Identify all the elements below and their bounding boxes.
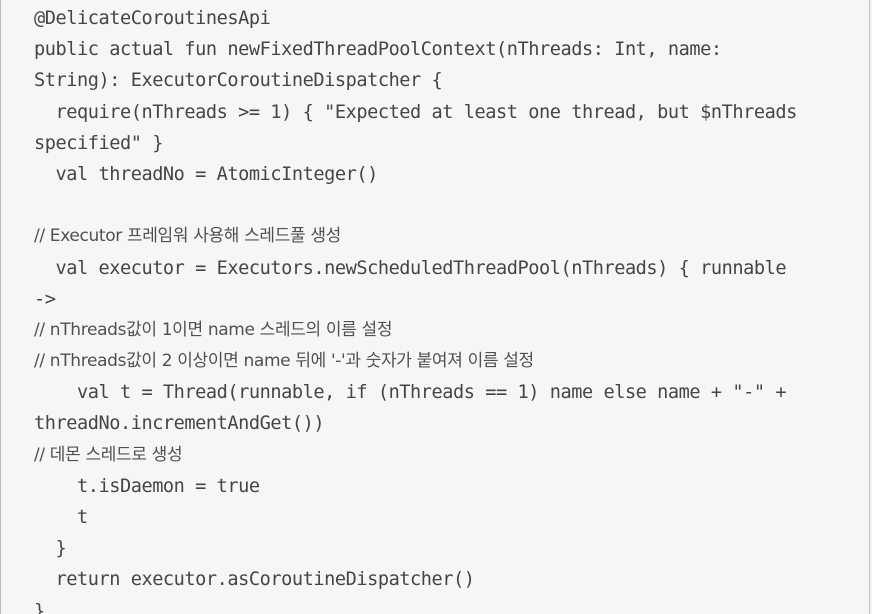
code-line-daemon: t.isDaemon = true	[34, 475, 260, 497]
code-listing: @DelicateCoroutinesApi public actual fun…	[0, 0, 870, 614]
code-line-executor-2: ->	[34, 288, 56, 310]
code-line-close-function: }	[34, 600, 45, 614]
code-line-require-1: require(nThreads >= 1) { "Expected at le…	[34, 101, 797, 123]
code-comment-daemon: // 데몬 스레드로 생성	[34, 444, 183, 465]
code-line-return-dispatcher: return executor.asCoroutineDispatcher()	[34, 569, 475, 591]
code-line-return-thread: t	[34, 507, 88, 528]
code-line-close-lambda: }	[34, 538, 67, 560]
code-line-function-signature-1: public actual fun newFixedThreadPoolCont…	[34, 39, 722, 61]
code-line-function-signature-2: String): ExecutorCoroutineDispatcher {	[34, 70, 443, 92]
code-line-annotation: @DelicateCoroutinesApi	[34, 8, 271, 29]
code-comment-executor: // Executor 프레임워 사용해 스레드풀 생성	[34, 226, 341, 247]
code-comment-multi-thread-name: // nThreads값이 2 이상이면 name 뒤에 '-'과 숫자가 붙여…	[34, 351, 534, 372]
code-line-executor-1: val executor = Executors.newScheduledThr…	[34, 257, 787, 279]
code-lines: @DelicateCoroutinesApi public actual fun…	[34, 3, 861, 614]
code-line-require-2: specified" }	[34, 132, 163, 154]
code-comment-single-thread-name: // nThreads값이 1이면 name 스레드의 이름 설정	[34, 319, 393, 340]
page: @DelicateCoroutinesApi public actual fun…	[0, 0, 872, 614]
code-line-thread-create-1: val t = Thread(runnable, if (nThreads ==…	[34, 382, 787, 404]
code-line-thread-no: val threadNo = AtomicInteger()	[34, 163, 378, 185]
code-line-thread-create-2: threadNo.incrementAndGet())	[34, 413, 325, 435]
